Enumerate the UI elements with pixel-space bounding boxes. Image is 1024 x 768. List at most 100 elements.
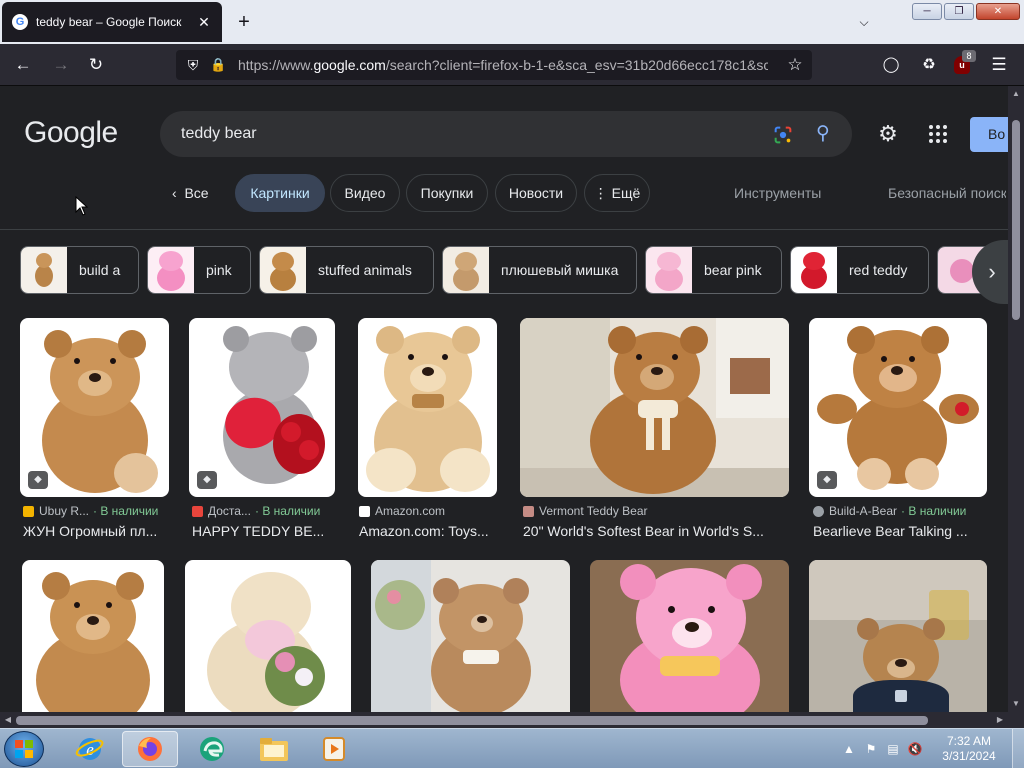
- result-image[interactable]: [371, 560, 570, 712]
- search-box[interactable]: teddy bear ⚲: [160, 111, 852, 157]
- menu-hamburger-icon[interactable]: ☰: [988, 54, 1010, 76]
- result-image[interactable]: [185, 560, 351, 712]
- lock-icon[interactable]: 🔒: [210, 55, 226, 75]
- result-source[interactable]: Build-A-Bear · В наличии: [813, 503, 987, 519]
- tab-more[interactable]: ⋮ Ещё: [584, 174, 650, 212]
- system-clock[interactable]: 7:32 AM 3/31/2024: [934, 734, 1004, 764]
- clock-time: 7:32 AM: [946, 734, 992, 748]
- tab-list-chevron-icon[interactable]: ⌵: [854, 12, 874, 32]
- result-image[interactable]: [809, 560, 987, 712]
- result-title[interactable]: Amazon.com: Toys...: [359, 523, 497, 541]
- result-source[interactable]: Vermont Teddy Bear: [523, 503, 789, 519]
- start-button[interactable]: [4, 731, 44, 767]
- safesearch-button[interactable]: Безопасный поиск: [888, 184, 1006, 202]
- source-name: Доста...: [208, 504, 251, 518]
- show-desktop-button[interactable]: [1012, 729, 1024, 768]
- url-bar[interactable]: ⛨ 🔒 https://www.google.com/search?client…: [176, 50, 812, 80]
- chip-label: build a: [79, 262, 121, 278]
- close-window-button[interactable]: ✕: [976, 3, 1020, 20]
- volume-muted-icon[interactable]: 🔇: [907, 741, 923, 757]
- chevron-left-icon: ‹: [172, 185, 185, 201]
- google-lens-icon[interactable]: [772, 124, 794, 146]
- chip-label: плюшевый мишка: [501, 262, 619, 278]
- chip-thumbnail: [791, 247, 837, 293]
- tab-images[interactable]: Картинки: [235, 174, 325, 212]
- search-icon[interactable]: ⚲: [812, 123, 834, 145]
- chip-thumbnail: [260, 247, 306, 293]
- windows-logo-icon: [15, 740, 33, 758]
- result-title[interactable]: 20" World's Softest Bear in World's S...: [523, 523, 789, 541]
- edge-taskbar-icon[interactable]: [184, 731, 240, 767]
- result-source[interactable]: Ubuy R... · В наличии: [23, 503, 169, 519]
- result-image[interactable]: [590, 560, 789, 712]
- new-tab-button[interactable]: +: [234, 10, 254, 34]
- chip-bear-pink[interactable]: bear pink: [645, 246, 782, 294]
- tab-close-icon[interactable]: ✕: [196, 14, 212, 31]
- horizontal-scrollbar[interactable]: ◀ ▶: [0, 712, 1008, 728]
- chip-build-a[interactable]: build a: [20, 246, 139, 294]
- product-tag-icon: ◆: [28, 471, 48, 489]
- extensions-icon[interactable]: ♻: [918, 54, 940, 76]
- tab-video[interactable]: Видео: [330, 174, 400, 212]
- bookmark-star-icon[interactable]: ☆: [784, 54, 806, 76]
- scroll-up-arrow-icon[interactable]: ▲: [1008, 86, 1024, 102]
- result-title[interactable]: ЖУН Огромный пл...: [23, 523, 169, 541]
- tab-title: teddy bear – Google Поиск: [36, 15, 182, 29]
- source-favicon-icon: [359, 505, 370, 517]
- vertical-scroll-thumb[interactable]: [1012, 120, 1020, 320]
- maximize-button[interactable]: ❐: [944, 3, 974, 20]
- result-source[interactable]: Доста... · В наличии: [192, 503, 335, 519]
- pocket-icon[interactable]: ◯: [880, 54, 902, 76]
- back-to-all-link[interactable]: ‹ Все: [172, 184, 209, 202]
- horizontal-scroll-thumb[interactable]: [16, 716, 928, 725]
- google-favicon-icon: G: [12, 14, 28, 30]
- browser-tab-bar: G teddy bear – Google Поиск ✕ + ⌵ ─ ❐ ✕: [0, 0, 1024, 44]
- search-input[interactable]: teddy bear: [181, 125, 761, 145]
- tracking-shield-icon[interactable]: ⛨: [184, 55, 202, 75]
- result-source[interactable]: Amazon.com: [359, 503, 497, 519]
- tab-shopping[interactable]: Покупки: [406, 174, 488, 212]
- chip-thumbnail: [443, 247, 489, 293]
- action-center-flag-icon[interactable]: ⚑: [863, 741, 879, 757]
- settings-gear-icon[interactable]: ⚙: [876, 122, 900, 146]
- chip-thumbnail: [646, 247, 692, 293]
- google-logo[interactable]: Google: [24, 116, 118, 152]
- show-hidden-icons-icon[interactable]: ▲: [841, 741, 857, 757]
- file-explorer-taskbar-icon[interactable]: [246, 731, 302, 767]
- source-name: Ubuy R...: [39, 504, 90, 518]
- internet-explorer-taskbar-icon[interactable]: e: [62, 731, 118, 767]
- result-image[interactable]: [520, 318, 789, 497]
- chip-label: stuffed animals: [318, 262, 412, 278]
- firefox-taskbar-icon[interactable]: [122, 731, 178, 767]
- back-arrow-icon[interactable]: ←: [12, 54, 34, 76]
- chip-stuffed-animals[interactable]: stuffed animals: [259, 246, 434, 294]
- reload-icon[interactable]: ↻: [85, 54, 107, 76]
- tab-news[interactable]: Новости: [495, 174, 577, 212]
- minimize-button[interactable]: ─: [912, 3, 942, 20]
- scroll-down-arrow-icon[interactable]: ▼: [1008, 696, 1024, 712]
- network-icon[interactable]: ▤: [885, 741, 901, 757]
- result-image[interactable]: [358, 318, 497, 497]
- result-image[interactable]: [22, 560, 164, 712]
- url-text[interactable]: https://www.google.com/search?client=fir…: [238, 57, 768, 75]
- media-player-taskbar-icon[interactable]: [306, 731, 362, 767]
- url-path: /search?client=firefox-b-1-e&sca_esv=31b…: [385, 57, 768, 73]
- result-image[interactable]: ◆: [809, 318, 987, 497]
- vertical-scrollbar[interactable]: ▲ ▼: [1008, 86, 1024, 712]
- extension-badge: 8: [962, 50, 976, 62]
- tools-button[interactable]: Инструменты: [734, 184, 821, 202]
- chip-plush-bear[interactable]: плюшевый мишка: [442, 246, 637, 294]
- browser-tab[interactable]: G teddy bear – Google Поиск ✕: [2, 2, 222, 42]
- chip-red-teddy[interactable]: red teddy: [790, 246, 929, 294]
- result-title[interactable]: Bearlieve Bear Talking ...: [813, 523, 987, 541]
- result-title[interactable]: HAPPY TEDDY BE...: [192, 523, 335, 541]
- scroll-right-arrow-icon[interactable]: ▶: [992, 712, 1008, 728]
- result-image[interactable]: ◆: [20, 318, 169, 497]
- source-name: Amazon.com: [375, 504, 446, 518]
- scroll-left-arrow-icon[interactable]: ◀: [0, 712, 16, 728]
- chip-pink[interactable]: pink: [147, 246, 251, 294]
- result-image[interactable]: ◆: [189, 318, 335, 497]
- google-apps-icon[interactable]: [928, 124, 948, 144]
- forward-arrow-icon[interactable]: →: [50, 54, 72, 76]
- stock-status: · В наличии: [901, 504, 967, 518]
